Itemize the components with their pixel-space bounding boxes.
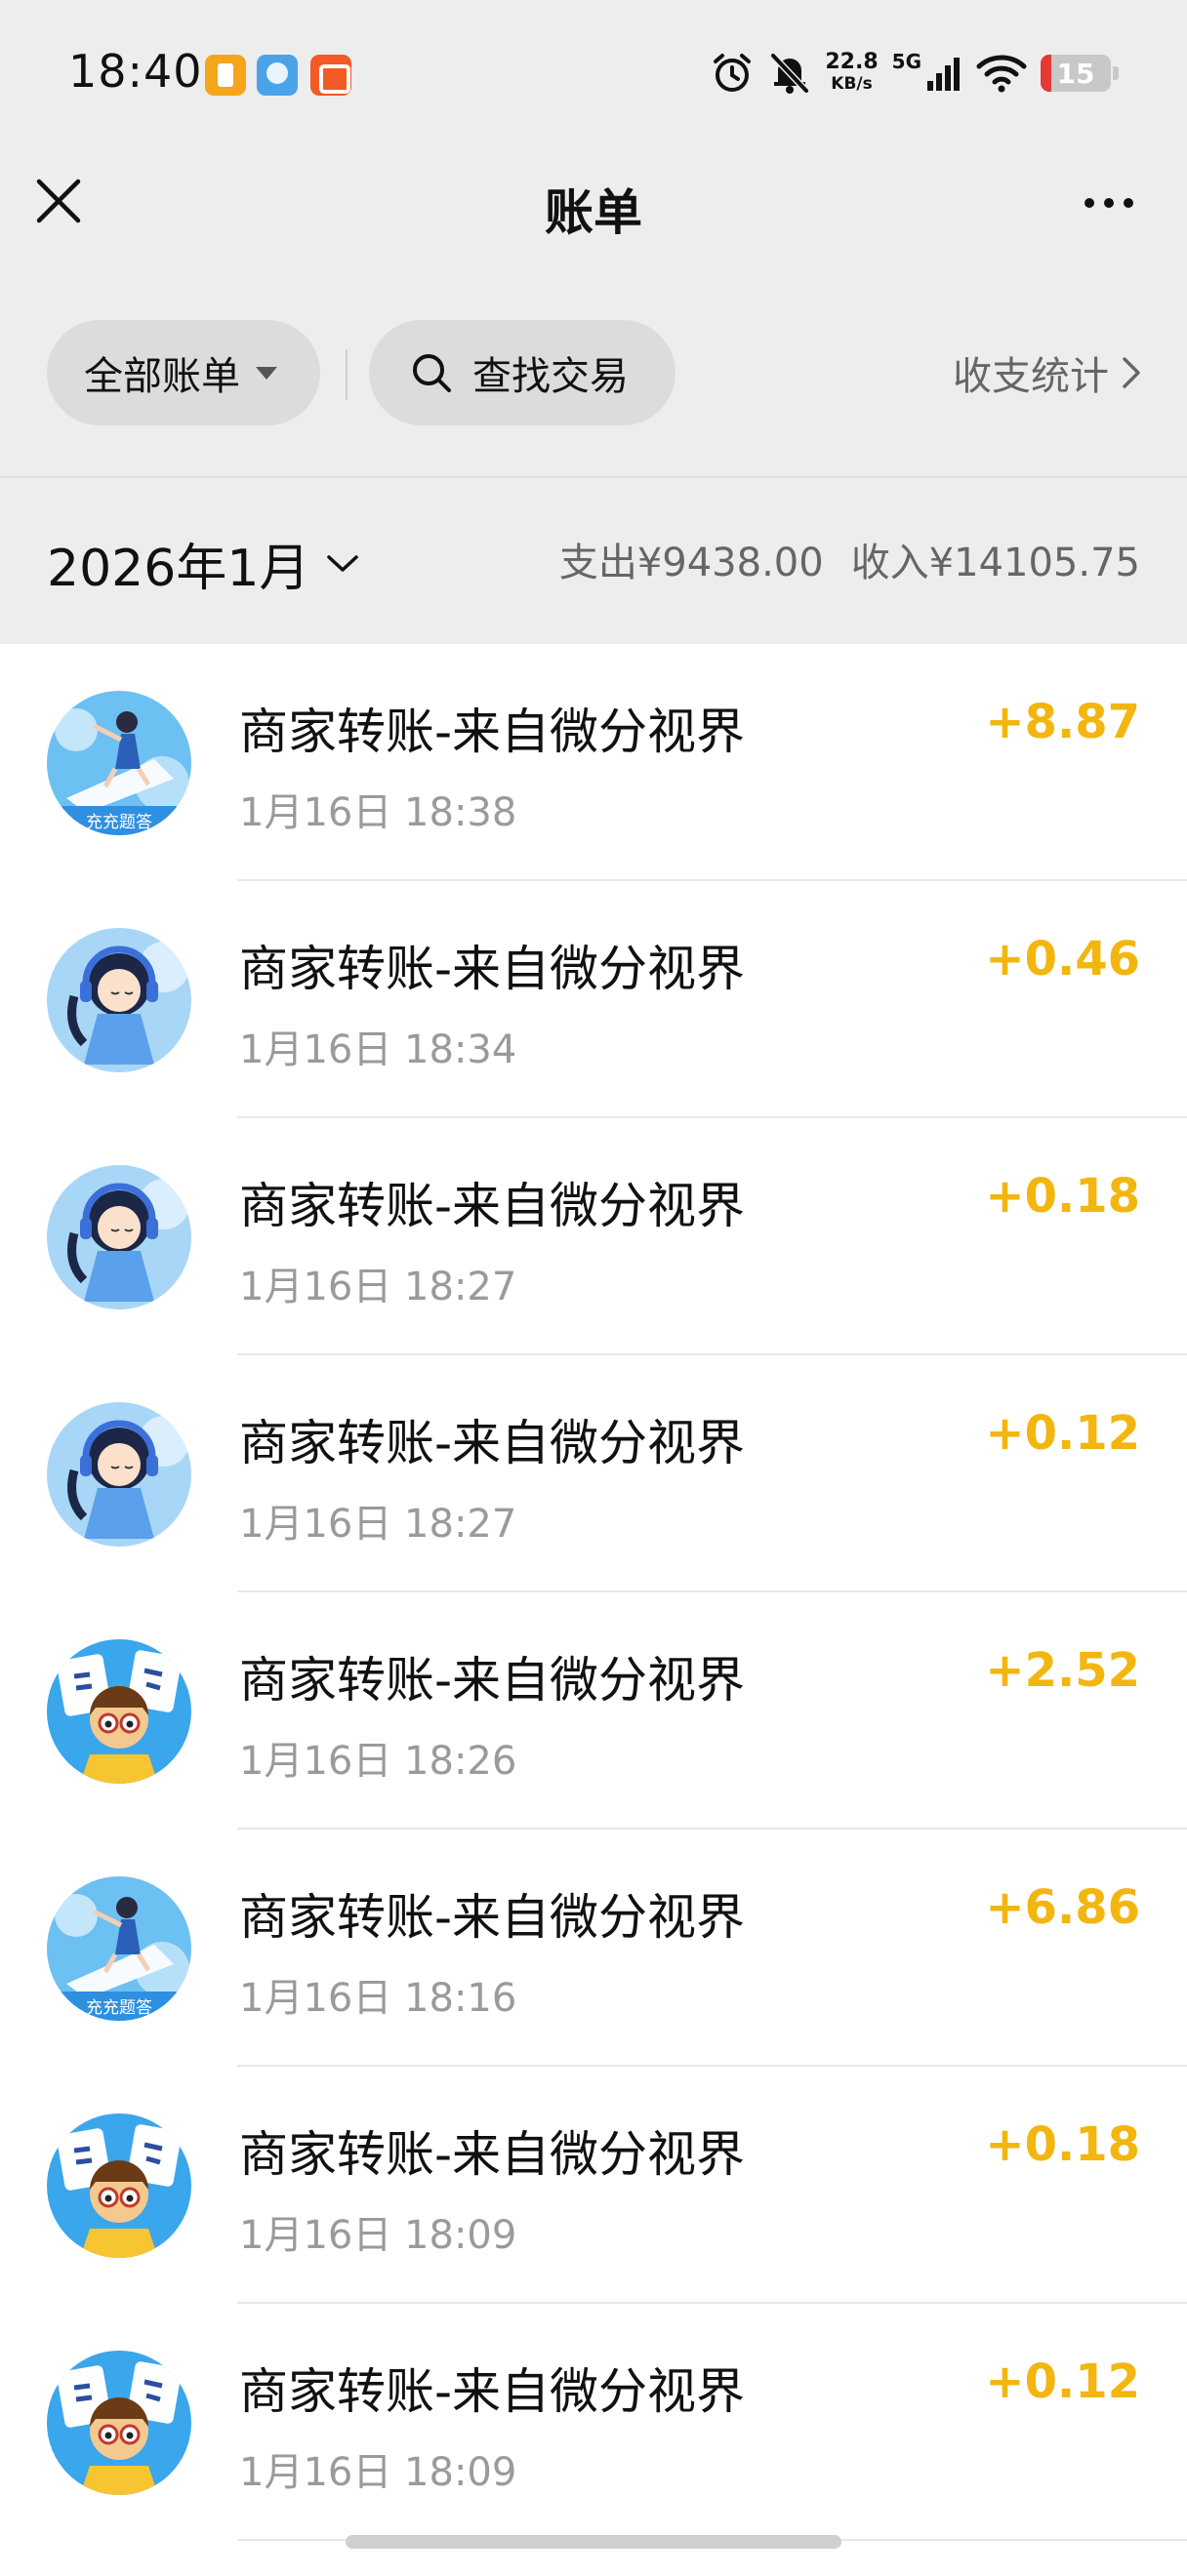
wifi-icon [976, 55, 1027, 93]
more-dots-icon [1124, 198, 1133, 208]
merchant-avatar [47, 1402, 191, 1547]
all-bills-label: 全部账单 [84, 354, 240, 399]
income-expense-stats-link[interactable]: 收支统计 [953, 344, 1142, 401]
svg-text:充充题答: 充充题答 [86, 1998, 152, 2018]
merchant-avatar [47, 928, 191, 1072]
system-icons: 22.8 KB/s 5G 15 [710, 47, 1119, 100]
transaction-row[interactable]: 商家转账-来自微分视界 1月16日 18:26 +2.52 [0, 1592, 1187, 1830]
transaction-title: 商家转账-来自微分视界 [239, 2363, 746, 2420]
transaction-time: 1月16日 18:26 [239, 1739, 517, 1784]
transaction-row[interactable]: 商家转账-来自微分视界 1月16日 18:09 +0.12 [0, 2304, 1187, 2541]
battery-percent: 15 [1056, 58, 1095, 90]
transaction-time: 1月16日 18:34 [239, 1027, 517, 1072]
merchant-avatar [47, 2113, 191, 2258]
transaction-time: 1月16日 18:27 [239, 1265, 517, 1309]
transaction-row[interactable]: 充充题答 商家转账-来自微分视界 1月16日 18:16 +6.86 [0, 1830, 1187, 2067]
network-speed: 22.8 KB/s [825, 52, 878, 95]
transaction-amount: +0.12 [985, 1406, 1140, 1461]
video-app-icon [310, 55, 351, 96]
merchant-avatar [47, 1639, 191, 1784]
status-time: 18:40 [68, 45, 203, 98]
page-title: 账单 [545, 184, 642, 241]
alarm-icon [714, 54, 752, 92]
income-total: 收入¥14105.75 [850, 541, 1140, 585]
transaction-title: 商家转账-来自微分视界 [239, 2126, 746, 2183]
merchant-avatar: 充充题答 [47, 691, 191, 835]
transaction-row[interactable]: 商家转账-来自微分视界 1月16日 18:09 +0.18 [0, 2067, 1187, 2304]
status-bar: 18:40 22.8 KB/s 5G 15 [0, 0, 1187, 146]
battery-icon: 15 [1041, 55, 1111, 92]
divider [346, 349, 348, 400]
filter-row: 全部账单 查找交易 收支统计 [0, 317, 1187, 425]
signal-icon [927, 58, 960, 91]
transaction-amount: +0.46 [985, 932, 1140, 986]
month-label: 2026年1月 [47, 540, 310, 598]
svg-text:充充题答: 充充题答 [86, 813, 152, 832]
browser-app-icon [257, 55, 298, 96]
transaction-amount: +0.18 [985, 1169, 1140, 1224]
network-speed-unit: KB/s [831, 74, 873, 94]
transaction-time: 1月16日 18:38 [239, 790, 517, 835]
transaction-row[interactable]: 商家转账-来自微分视界 1月16日 18:34 +0.46 [0, 881, 1187, 1118]
battery-tip [1113, 66, 1119, 80]
transaction-amount: +8.87 [985, 695, 1140, 749]
transaction-title: 商家转账-来自微分视界 [239, 1178, 746, 1234]
title-bar: 账单 [0, 146, 1187, 259]
dropdown-triangle-icon [256, 366, 277, 380]
transaction-amount: +0.12 [985, 2355, 1140, 2409]
network-speed-value: 22.8 [825, 50, 879, 74]
more-dots-icon [1104, 198, 1114, 208]
transaction-title: 商家转账-来自微分视界 [239, 1652, 746, 1709]
transaction-title: 商家转账-来自微分视界 [239, 1889, 746, 1946]
merchant-avatar [47, 1165, 191, 1309]
transaction-row[interactable]: 充充题答 商家转账-来自微分视界 1月16日 18:38 +8.87 [0, 644, 1187, 881]
month-selector[interactable]: 2026年1月 [47, 527, 360, 600]
merchant-avatar: 充充题答 [47, 1876, 191, 2021]
transaction-title: 商家转账-来自微分视界 [239, 1415, 746, 1471]
search-label: 查找交易 [472, 354, 629, 399]
notes-app-icon [205, 55, 246, 96]
transaction-title: 商家转账-来自微分视界 [239, 941, 746, 997]
transaction-amount: +0.18 [985, 2117, 1140, 2172]
transaction-row[interactable]: 商家转账-来自微分视界 1月16日 18:27 +0.18 [0, 1118, 1187, 1355]
transaction-title: 商家转账-来自微分视界 [239, 704, 746, 760]
transaction-amount: +2.52 [985, 1643, 1140, 1698]
transaction-row[interactable]: 商家转账-来自微分视界 1月16日 18:27 +0.12 [0, 1355, 1187, 1592]
stats-label: 收支统计 [953, 354, 1109, 399]
search-icon [413, 354, 451, 392]
network-type: 5G [891, 50, 921, 73]
more-button[interactable] [1070, 176, 1148, 230]
transaction-time: 1月16日 18:16 [239, 1976, 517, 2021]
transaction-time: 1月16日 18:09 [239, 2213, 517, 2258]
search-transactions-button[interactable]: 查找交易 [369, 320, 675, 425]
transaction-time: 1月16日 18:09 [239, 2450, 517, 2495]
chevron-right-icon [1123, 357, 1140, 388]
expense-total: 支出¥9438.00 [558, 541, 824, 585]
mute-bell-icon [770, 53, 809, 94]
home-indicator[interactable] [346, 2535, 841, 2549]
merchant-avatar [47, 2351, 191, 2495]
more-dots-icon [1085, 198, 1094, 208]
transaction-list: 充充题答 商家转账-来自微分视界 1月16日 18:38 +8.87 商家转账-来自微分… [0, 644, 1187, 2541]
chevron-down-icon [327, 554, 359, 572]
transaction-amount: +6.86 [985, 1880, 1140, 1935]
month-summary: 支出¥9438.00 收入¥14105.75 [559, 531, 1140, 587]
month-header: 2026年1月 支出¥9438.00 收入¥14105.75 [0, 478, 1187, 644]
transaction-time: 1月16日 18:27 [239, 1502, 517, 1547]
all-bills-filter[interactable]: 全部账单 [47, 320, 320, 425]
